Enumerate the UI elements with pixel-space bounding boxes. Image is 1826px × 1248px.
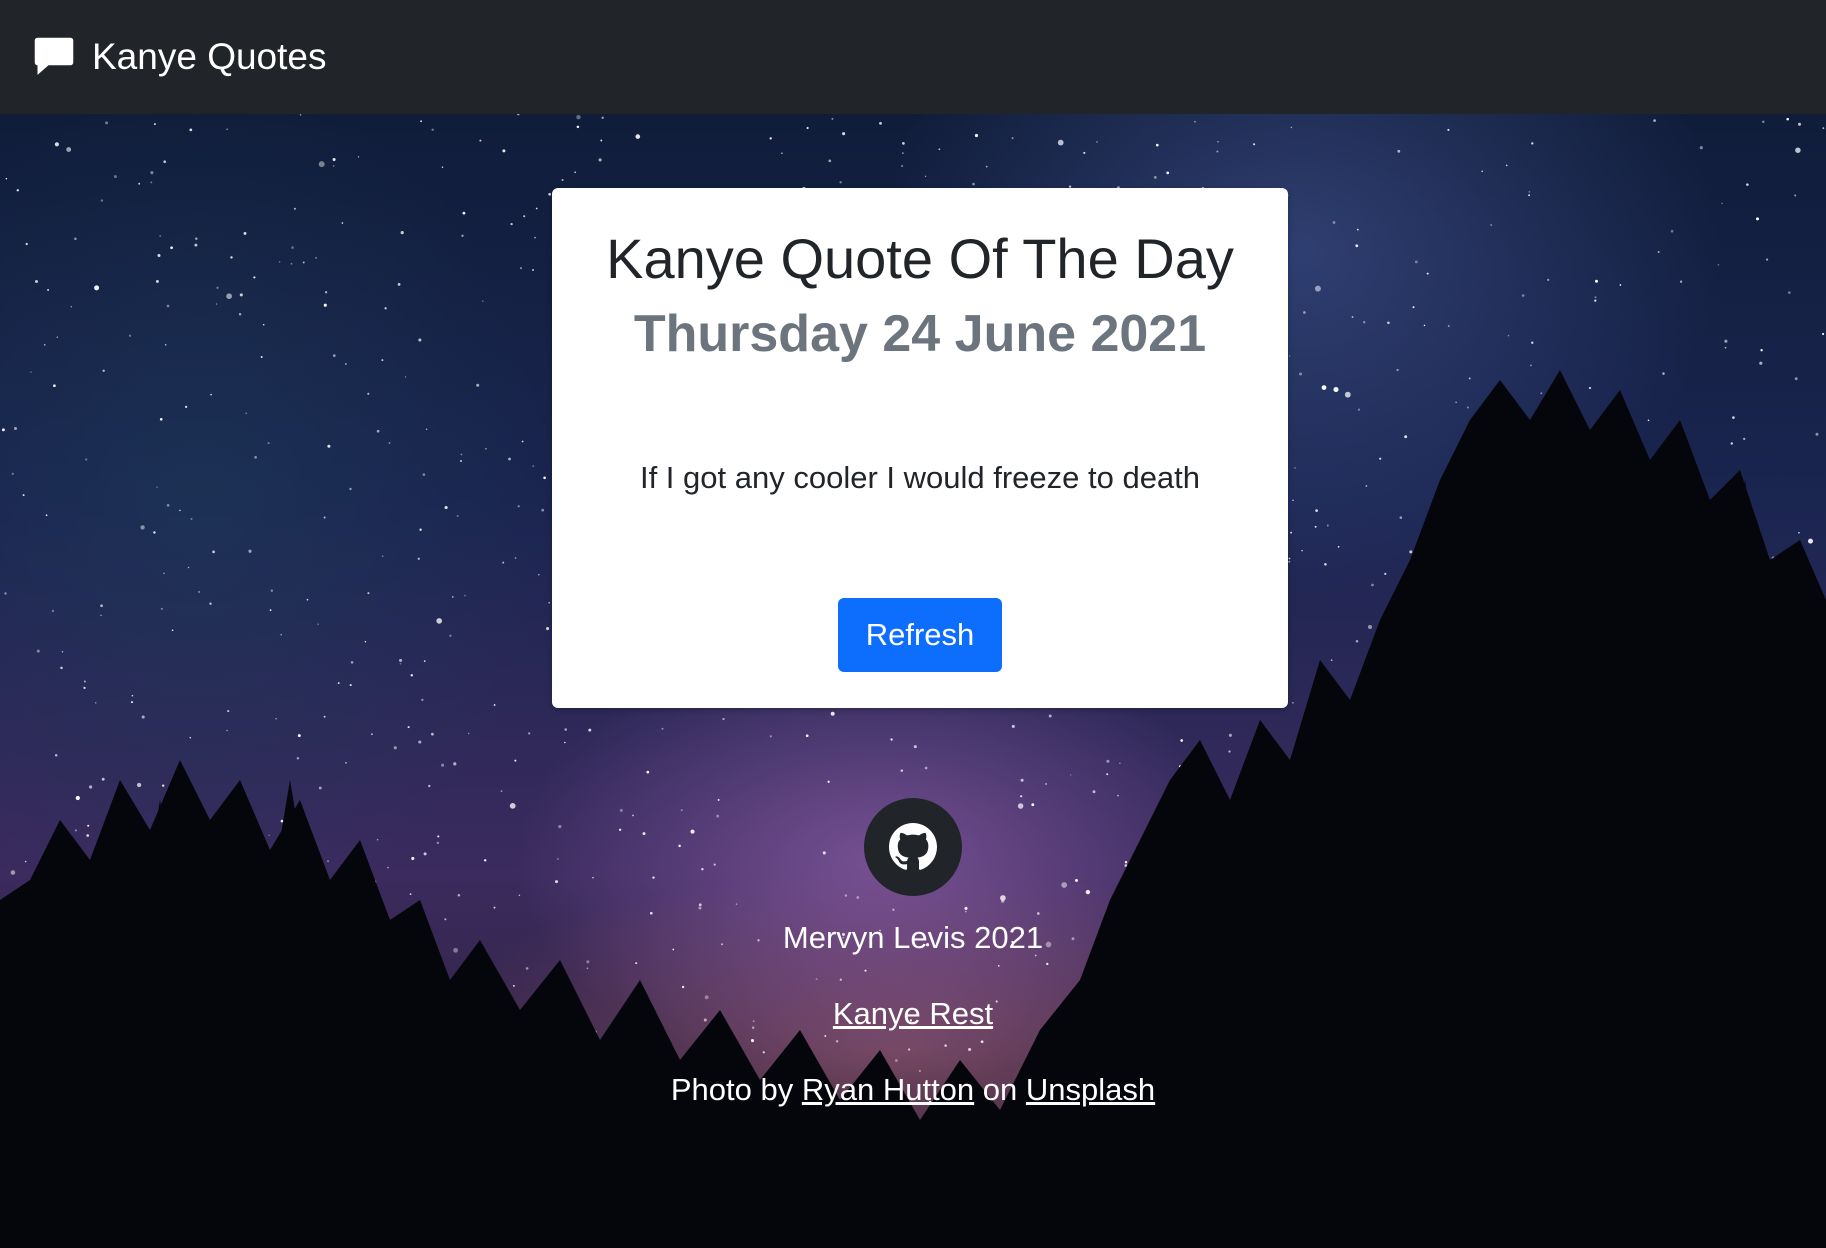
kanye-rest-link[interactable]: Kanye Rest: [833, 996, 993, 1031]
github-icon: [889, 823, 937, 870]
api-credit: Kanye Rest: [0, 996, 1826, 1032]
photographer-link[interactable]: Ryan Hutton: [802, 1072, 974, 1107]
unsplash-link[interactable]: Unsplash: [1026, 1072, 1155, 1107]
credit-mid: on: [982, 1072, 1018, 1107]
author-credit: Mervyn Levis 2021: [782, 920, 1044, 955]
card-title: Kanye Quote Of The Day: [606, 227, 1234, 290]
github-link[interactable]: [864, 798, 962, 896]
photo-credit: Photo by Ryan Hutton on Unsplash: [0, 1072, 1826, 1108]
top-navbar: Kanye Quotes: [0, 0, 1826, 114]
quote-card: Kanye Quote Of The Day Thursday 24 June …: [552, 188, 1288, 708]
footer: Mervyn Levis 2021 Kanye Rest Photo by Ry…: [0, 798, 1826, 1108]
brand-link[interactable]: Kanye Quotes: [32, 35, 326, 79]
refresh-button[interactable]: Refresh: [838, 598, 1002, 672]
quote-date: Thursday 24 June 2021: [633, 305, 1207, 363]
credit-prefix: Photo by: [670, 1072, 794, 1107]
quote-text: If I got any cooler I would freeze to de…: [639, 460, 1201, 495]
brand-title: Kanye Quotes: [92, 36, 327, 77]
chat-bubble-icon: [34, 37, 74, 75]
